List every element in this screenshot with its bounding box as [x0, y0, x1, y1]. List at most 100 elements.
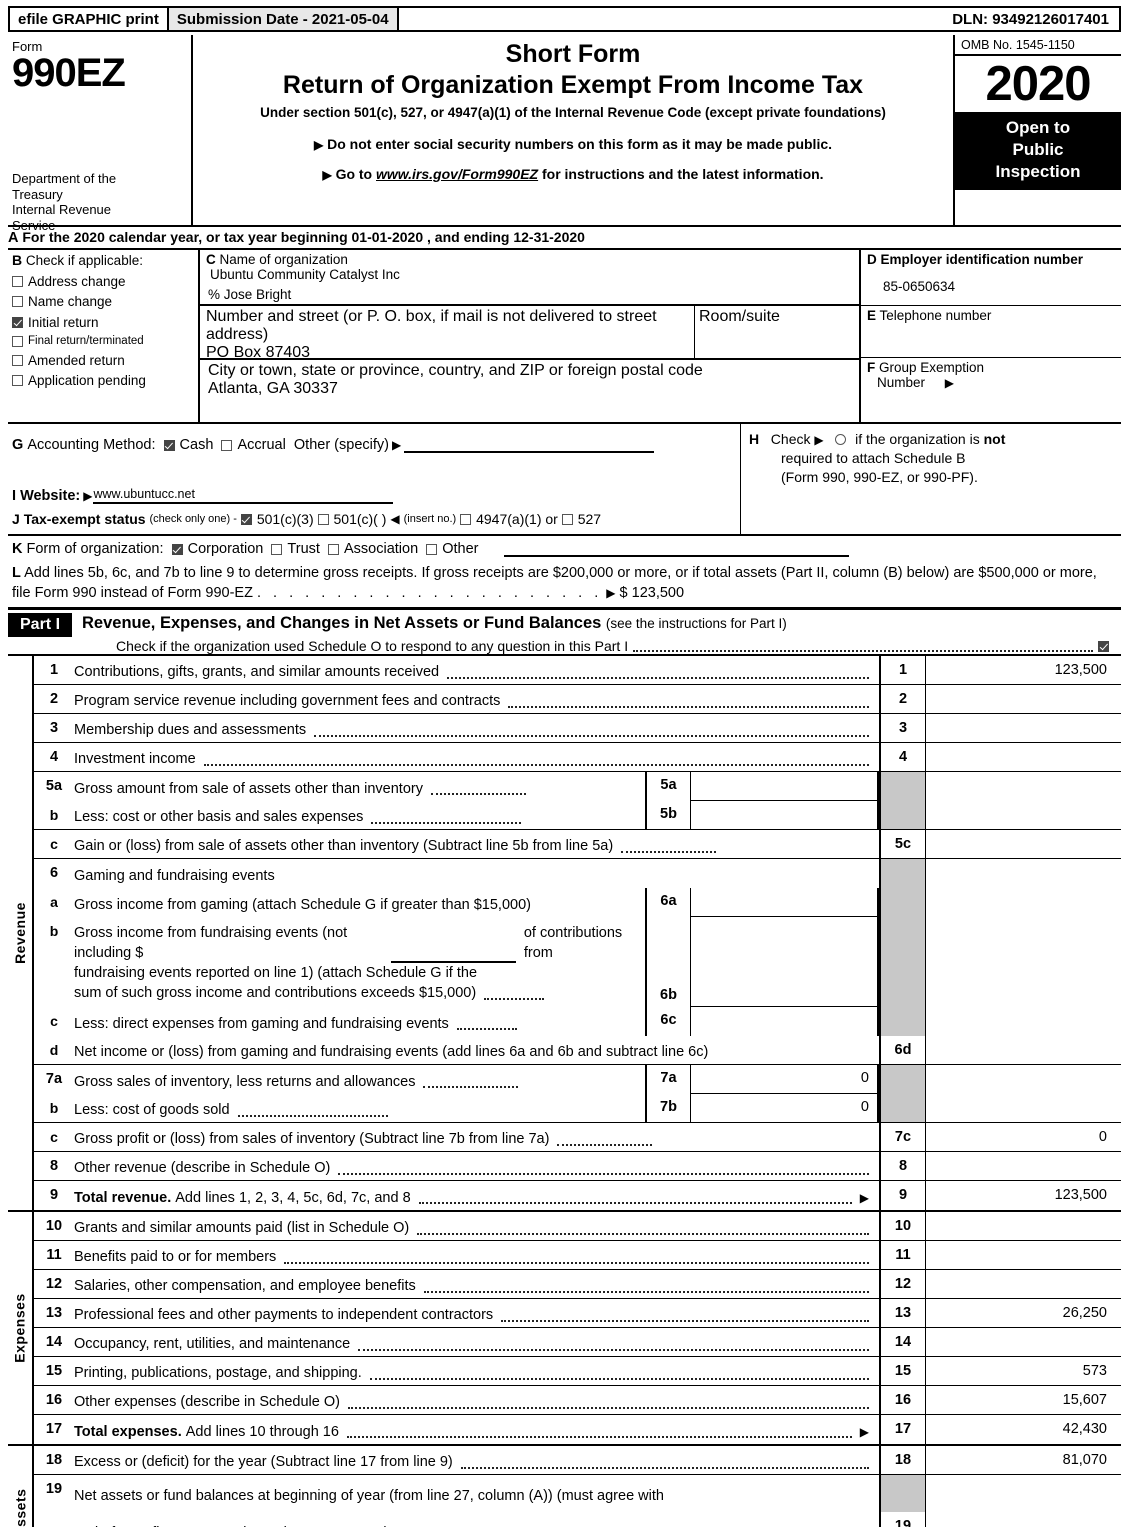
amount-value[interactable]: 0 — [926, 1123, 1121, 1151]
amount-value[interactable] — [926, 685, 1121, 713]
sub-line-number: 6c — [645, 1007, 691, 1036]
irs-form-link[interactable]: www.irs.gov/Form990EZ — [376, 166, 538, 182]
fundraising-contrib-input[interactable] — [391, 947, 516, 963]
checkbox-icon[interactable] — [221, 439, 233, 451]
checkbox-checked-icon[interactable] — [12, 316, 23, 328]
line-text: Printing, publications, postage, and shi… — [74, 1365, 362, 1381]
checkbox-label: Application pending — [28, 373, 146, 388]
table-row: c Gross profit or (loss) from sales of i… — [34, 1123, 1121, 1152]
table-row: c Less: direct expenses from gaming and … — [34, 1007, 1121, 1036]
line-text: Benefits paid to or for members — [74, 1249, 277, 1265]
line-number: 1 — [49, 662, 59, 678]
amount-value[interactable]: 123,500 — [926, 656, 1121, 684]
accounting-cash-label: Cash — [179, 437, 214, 453]
line-text: Gaming and fundraising events — [74, 867, 275, 884]
net-assets-rail: Net Assets — [8, 1446, 34, 1527]
checkbox-checked-icon[interactable] — [171, 543, 183, 555]
checkbox-amended-return[interactable]: Amended return — [12, 353, 198, 368]
efile-header-bar: efile GRAPHIC print Submission Date - 20… — [8, 6, 1121, 32]
amount-value[interactable] — [926, 1241, 1121, 1269]
line-description: Professional fees and other payments to … — [74, 1299, 879, 1327]
section-h-line2: required to attach Schedule B — [781, 450, 966, 466]
amount-value[interactable] — [926, 714, 1121, 742]
amount-value[interactable] — [926, 1036, 1121, 1064]
checkbox-checked-icon[interactable] — [163, 439, 175, 451]
website-value[interactable]: www.ubuntucc.net — [93, 487, 394, 504]
amount-value[interactable]: 573 — [926, 1357, 1121, 1385]
city-value: Atlanta, GA 30337 — [208, 380, 338, 397]
expenses-rail-label: Expenses — [12, 1293, 28, 1363]
right-arrow-icon: ▶ — [814, 433, 824, 447]
right-arrow-icon: ▶ — [944, 376, 955, 390]
table-row: 3 Membership dues and assessments 3 — [34, 714, 1121, 743]
sub-amount-value[interactable]: 0 — [691, 1094, 879, 1122]
amount-value[interactable] — [926, 1270, 1121, 1298]
checkbox-icon[interactable] — [12, 354, 23, 366]
sub-amount-value[interactable] — [691, 1007, 879, 1036]
table-row: 1 Contributions, gifts, grants, and simi… — [34, 656, 1121, 685]
leader-dots: . . . . . . . . . . . . . . . . . . . . … — [257, 585, 603, 601]
checkbox-icon[interactable] — [12, 375, 23, 386]
line-description: Net assets or fund balances at beginning… — [74, 1475, 879, 1512]
amount-value[interactable]: 26,250 — [926, 1299, 1121, 1327]
line-number: a — [50, 894, 58, 910]
table-row: 17 Total expenses. Add lines 10 through … — [34, 1415, 1121, 1444]
checkbox-initial-return[interactable]: Initial return — [12, 315, 198, 330]
checkbox-checked-icon[interactable] — [240, 513, 252, 525]
leader-dots — [314, 724, 869, 737]
section-c-letter: C — [206, 252, 216, 267]
line-description: Contributions, gifts, grants, and simila… — [74, 656, 879, 684]
amount-value[interactable] — [926, 1152, 1121, 1180]
section-k-label: Form of organization: — [26, 541, 164, 557]
schedule-o-checkbox-checked-icon[interactable] — [1098, 640, 1109, 652]
radio-icon[interactable] — [835, 434, 847, 445]
status-4947-label: 4947(a)(1) or — [476, 511, 558, 527]
line-text: Net income or (loss) from gaming and fun… — [74, 1044, 709, 1060]
amount-value[interactable] — [926, 1328, 1121, 1356]
amount-value[interactable] — [926, 743, 1121, 771]
amount-value[interactable]: 123,500 — [926, 1181, 1121, 1210]
sub-amount-value[interactable] — [691, 801, 879, 829]
part1-header: Part I Revenue, Expenses, and Changes in… — [8, 607, 1121, 637]
section-g-letter: G — [12, 437, 24, 453]
checkbox-icon[interactable] — [426, 543, 438, 555]
table-row: 4 Investment income 4 — [34, 743, 1121, 772]
left-arrow-icon: ◀ — [390, 512, 400, 526]
checkbox-icon[interactable] — [460, 513, 472, 525]
amount-value — [926, 772, 1121, 801]
amount-line-number-shaded — [879, 1094, 926, 1122]
status-501c-label: 501(c)( ) — [333, 511, 387, 527]
amount-value — [926, 859, 1121, 888]
amount-value[interactable] — [926, 830, 1121, 858]
sub-amount-value[interactable] — [691, 917, 879, 1007]
sub-amount-value[interactable]: 0 — [691, 1065, 879, 1094]
checkbox-name-change[interactable]: Name change — [12, 294, 198, 309]
checkbox-final-return[interactable]: Final return/terminated — [12, 335, 198, 347]
line-description: Gain or (loss) from sale of assets other… — [74, 830, 879, 858]
checkbox-icon[interactable] — [12, 275, 23, 287]
amount-value[interactable] — [926, 1512, 1121, 1527]
accounting-other-input[interactable] — [404, 437, 655, 453]
sub-amount-value[interactable] — [691, 772, 879, 801]
checkbox-icon[interactable] — [12, 296, 23, 307]
sub-amount-value[interactable] — [691, 888, 879, 917]
amount-value — [926, 1007, 1121, 1036]
efile-graphic-print-label: efile GRAPHIC print — [10, 8, 169, 30]
org-other-input[interactable] — [504, 541, 850, 557]
checkbox-icon[interactable] — [12, 335, 23, 347]
checkbox-icon[interactable] — [327, 543, 339, 555]
amount-value[interactable] — [926, 1212, 1121, 1240]
checkbox-application-pending[interactable]: Application pending — [12, 373, 198, 388]
table-row: 7a Gross sales of inventory, less return… — [34, 1065, 1121, 1094]
checkbox-icon[interactable] — [271, 543, 283, 555]
leader-dots — [284, 1251, 869, 1264]
open-to-public-badge: Open to Public Inspection — [955, 112, 1121, 190]
checkbox-icon[interactable] — [561, 513, 573, 525]
checkbox-icon[interactable] — [317, 513, 329, 525]
amount-value[interactable]: 81,070 — [926, 1446, 1121, 1474]
amount-value[interactable]: 15,607 — [926, 1386, 1121, 1414]
right-arrow-icon: ▶ — [83, 489, 93, 503]
checkbox-address-change[interactable]: Address change — [12, 274, 198, 289]
table-row: 10 Grants and similar amounts paid (list… — [34, 1212, 1121, 1241]
amount-value[interactable]: 42,430 — [926, 1415, 1121, 1444]
